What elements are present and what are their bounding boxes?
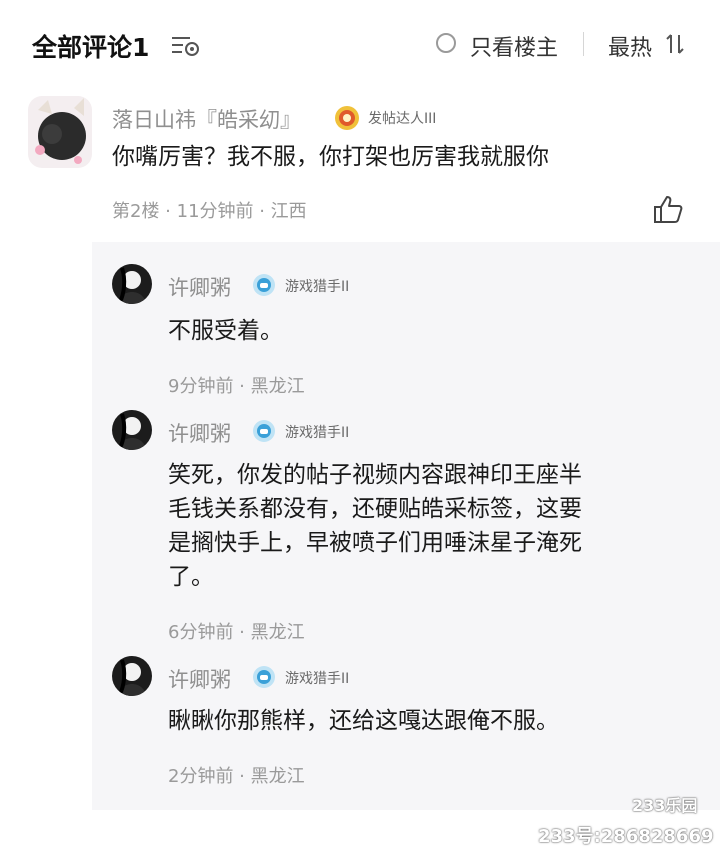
user-badge: 游戏猎手II [285, 425, 350, 441]
list-filter-icon[interactable] [170, 32, 202, 58]
reply-author[interactable]: 许卿粥 [168, 272, 231, 302]
reply-meta: 6分钟前 · 黑龙江 [168, 622, 305, 643]
comment-author[interactable]: 落日山祎『皓采㓜』 [112, 104, 301, 134]
badge-game-hunter-icon [253, 274, 275, 296]
sort-label[interactable]: 最热 [608, 30, 652, 62]
only-op-label[interactable]: 只看楼主 [470, 30, 558, 62]
reply-text: 瞅瞅你那熊样，还给这嘎达跟俺不服。 [168, 708, 559, 734]
badge-game-hunter-icon [253, 666, 275, 688]
reply-text-line: 是搁快手上，早被喷子们用唾沫星子淹死 [168, 530, 582, 556]
avatar[interactable] [112, 656, 152, 696]
reply-meta: 9分钟前 · 黑龙江 [168, 376, 305, 397]
avatar[interactable] [28, 96, 92, 168]
reply-text: 不服受着。 [168, 318, 283, 344]
user-badge: 游戏猎手II [285, 671, 350, 687]
reply-text-line: 了。 [168, 564, 214, 590]
sort-arrows-icon[interactable] [664, 32, 686, 56]
comments-header: 全部评论1 只看楼主 最热 [0, 0, 720, 90]
badge-game-hunter-icon [253, 420, 275, 442]
badge-medal-icon [335, 106, 359, 130]
comment-meta: 第2楼 · 11分钟前 · 江西 [112, 201, 307, 222]
avatar[interactable] [112, 410, 152, 450]
user-badge: 游戏猎手II [285, 279, 350, 295]
reply-author[interactable]: 许卿粥 [168, 418, 231, 448]
reply-author[interactable]: 许卿粥 [168, 664, 231, 694]
thumbs-up-icon[interactable] [652, 194, 684, 224]
header-divider [583, 32, 584, 56]
avatar[interactable] [112, 264, 152, 304]
reply-text-line: 毛钱关系都没有，还硬贴皓采标签，这要 [168, 496, 582, 522]
watermark-id: 233号:286828669 [538, 826, 714, 847]
comment-text: 你嘴厉害？我不服，你打架也厉害我就服你 [112, 144, 549, 170]
only-op-radio[interactable] [436, 33, 456, 53]
reply-text-line: 笑死，你发的帖子视频内容跟神印王座半 [168, 462, 582, 488]
watermark-logo: 233乐园 [632, 796, 698, 815]
reply-meta: 2分钟前 · 黑龙江 [168, 766, 305, 787]
user-badge: 发帖达人III [368, 111, 437, 127]
comments-title: 全部评论1 [32, 33, 150, 62]
